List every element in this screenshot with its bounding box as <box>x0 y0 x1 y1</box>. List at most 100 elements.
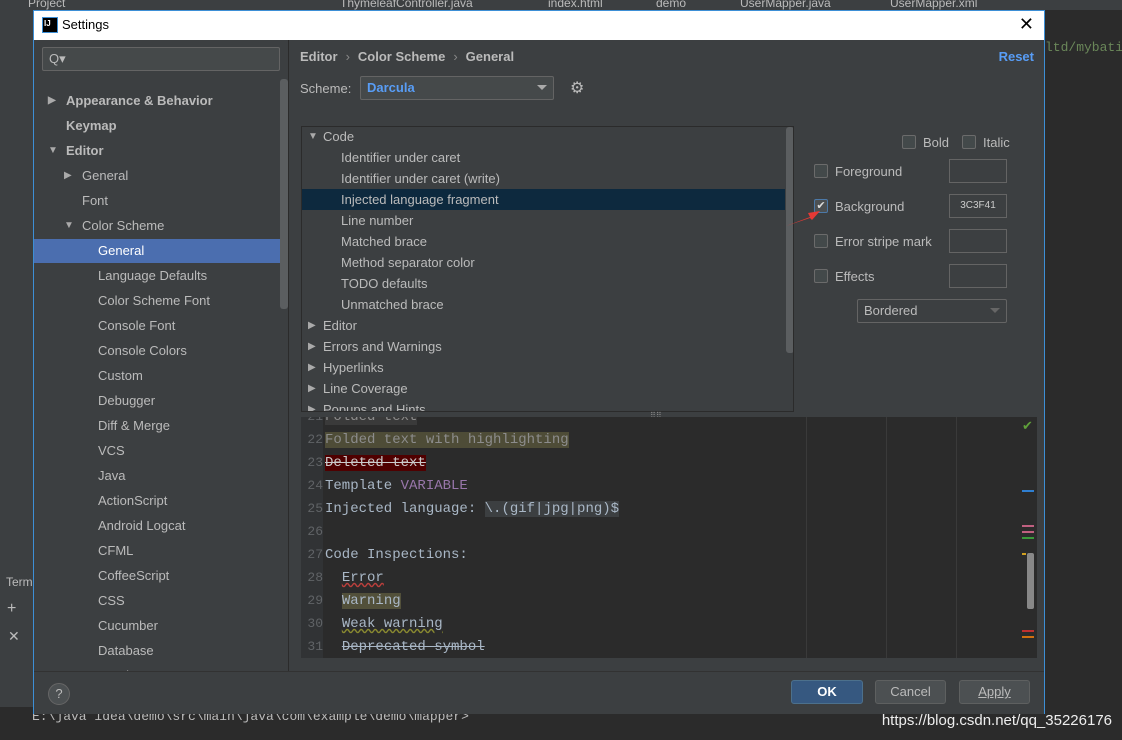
breadcrumb: Editor › Color Scheme › General <box>300 49 515 64</box>
sidebar-item[interactable]: Diff & Merge <box>34 414 280 438</box>
effects-label: Effects <box>835 269 875 284</box>
chevron-down-icon[interactable]: ▼ <box>64 214 74 238</box>
sidebar-item[interactable]: Database <box>34 639 280 663</box>
background-color-swatch[interactable]: 3C3F41 <box>949 194 1007 218</box>
tree-row-label: Injected language fragment <box>341 192 499 207</box>
effects-color-swatch[interactable] <box>949 264 1007 288</box>
tree-row-label: Hyperlinks <box>323 360 384 375</box>
sidebar-item[interactable]: Drools <box>34 664 280 671</box>
dialog-title: Settings <box>62 17 109 32</box>
sidebar-item[interactable]: Custom <box>34 364 280 388</box>
sidebar-item[interactable]: Java <box>34 464 280 488</box>
sidebar-item[interactable]: ▶ Appearance & Behavior <box>34 89 280 113</box>
tree-row-label: Line Coverage <box>323 381 408 396</box>
editor-tab[interactable]: ThymeleafController.java <box>340 0 473 10</box>
search-input[interactable]: Q▾ <box>42 47 280 71</box>
editor-tab[interactable]: UserMapper.java <box>740 0 831 10</box>
chevron-right-icon[interactable]: ▶ <box>308 357 316 378</box>
line-number: 22 <box>307 432 323 447</box>
chevron-down-icon[interactable]: ▼ <box>308 127 318 147</box>
tree-row-label: Identifier under caret (write) <box>341 171 500 186</box>
preview-scrollbar[interactable] <box>1027 553 1034 609</box>
line-number: 31 <box>307 639 323 654</box>
effect-type-dropdown[interactable]: Bordered <box>857 299 1007 323</box>
sidebar-item[interactable]: ▼ Editor <box>34 139 280 163</box>
tree-row[interactable]: ▶ Popups and Hints <box>302 399 785 411</box>
cancel-button[interactable]: Cancel <box>875 680 946 704</box>
close-icon[interactable]: ✕ <box>1019 14 1034 35</box>
tree-row[interactable]: Line number <box>302 210 785 231</box>
sidebar-item[interactable]: ▶ General <box>34 164 280 188</box>
sidebar-item[interactable]: CoffeeScript <box>34 564 280 588</box>
sidebar-item[interactable]: Cucumber <box>34 614 280 638</box>
error-stripe-color-swatch[interactable] <box>949 229 1007 253</box>
dialog-footer: ? OK Cancel Apply <box>34 671 1044 714</box>
chevron-down-icon[interactable]: ▼ <box>48 139 58 163</box>
sidebar-item[interactable]: Keymap <box>34 114 280 138</box>
gear-icon[interactable]: ⚙ <box>570 78 584 98</box>
terminal-label[interactable]: Term <box>6 575 33 589</box>
editor-tab[interactable]: index.html <box>548 0 603 10</box>
sidebar-tree: ▶ Appearance & Behavior Keymap ▼ Editor ▶ Gene… <box>34 79 280 671</box>
reset-link[interactable]: Reset <box>999 49 1034 64</box>
chevron-right-icon[interactable]: ▶ <box>64 164 72 188</box>
bold-checkbox[interactable] <box>902 135 916 149</box>
sidebar-item[interactable]: CSS <box>34 589 280 613</box>
tree-row[interactable]: Identifier under caret <box>302 147 785 168</box>
main-panel: Editor › Color Scheme › General Reset Scheme… <box>290 40 1044 671</box>
apply-button[interactable]: Apply <box>959 680 1030 704</box>
tree-scrollbar[interactable] <box>786 127 793 353</box>
chevron-right-icon[interactable]: ▶ <box>308 315 316 336</box>
line-number: 29 <box>307 593 323 608</box>
help-button[interactable]: ? <box>48 683 70 705</box>
chevron-right-icon[interactable]: ▶ <box>48 89 56 113</box>
error-stripe-checkbox[interactable] <box>814 234 828 248</box>
chevron-right-icon[interactable]: ▶ <box>308 378 316 399</box>
editor-tab[interactable]: demo <box>656 0 686 10</box>
tree-row-label: Line number <box>341 213 414 228</box>
sidebar-item-label: CFML <box>98 543 134 558</box>
chevron-right-icon[interactable]: ▶ <box>308 336 316 357</box>
italic-checkbox[interactable] <box>962 135 976 149</box>
tree-row[interactable]: ▶ Hyperlinks <box>302 357 785 378</box>
tree-row[interactable]: Matched brace <box>302 231 785 252</box>
sidebar-item[interactable]: ActionScript <box>34 489 280 513</box>
tree-row[interactable]: Identifier under caret (write) <box>302 168 785 189</box>
sidebar-item[interactable]: Debugger <box>34 389 280 413</box>
tree-row[interactable]: ▼ Code <box>302 127 785 147</box>
tree-row[interactable]: Method separator color <box>302 252 785 273</box>
ok-button[interactable]: OK <box>791 680 863 704</box>
sidebar-item[interactable]: VCS <box>34 439 280 463</box>
preview-text <box>325 616 342 632</box>
close-terminal-icon[interactable]: ✕ <box>8 628 20 645</box>
editor-tab[interactable]: Project <box>28 0 65 10</box>
sidebar-item[interactable]: Font <box>34 189 280 213</box>
editor-tab[interactable]: UserMapper.xml <box>890 0 977 10</box>
scheme-dropdown[interactable]: Darcula <box>360 76 554 100</box>
background-label: Background <box>835 199 905 214</box>
tree-row[interactable]: TODO defaults <box>302 273 785 294</box>
sidebar-item[interactable]: CFML <box>34 539 280 563</box>
tree-row[interactable]: ▶ Errors and Warnings <box>302 336 785 357</box>
foreground-checkbox[interactable] <box>814 164 828 178</box>
tree-row[interactable]: ▶ Editor <box>302 315 785 336</box>
tree-row[interactable]: ▶ Line Coverage <box>302 378 785 399</box>
sidebar-item[interactable]: Console Colors <box>34 339 280 363</box>
tree-row[interactable]: Injected language fragment <box>302 189 785 210</box>
sidebar-item[interactable]: Language Defaults <box>34 264 280 288</box>
sidebar-item[interactable]: ▼ Color Scheme <box>34 214 280 238</box>
foreground-color-swatch[interactable] <box>949 159 1007 183</box>
sidebar-item[interactable]: Android Logcat <box>34 514 280 538</box>
sidebar-item-label: CoffeeScript <box>98 568 170 583</box>
breadcrumb-item: Color Scheme <box>357 49 446 64</box>
sidebar-item[interactable]: Console Font <box>34 314 280 338</box>
sidebar-item[interactable]: General <box>34 239 280 263</box>
chevron-right-icon[interactable]: ▶ <box>308 399 316 411</box>
sidebar-item-label: Language Defaults <box>98 268 208 283</box>
add-icon[interactable]: + <box>7 600 16 618</box>
effects-checkbox[interactable] <box>814 269 828 283</box>
tree-row[interactable]: Unmatched brace <box>302 294 785 315</box>
color-element-tree: ▼ Code Identifier under caret Identifier un… <box>301 126 794 412</box>
sidebar-scrollbar[interactable] <box>280 79 288 309</box>
sidebar-item[interactable]: Color Scheme Font <box>34 289 280 313</box>
